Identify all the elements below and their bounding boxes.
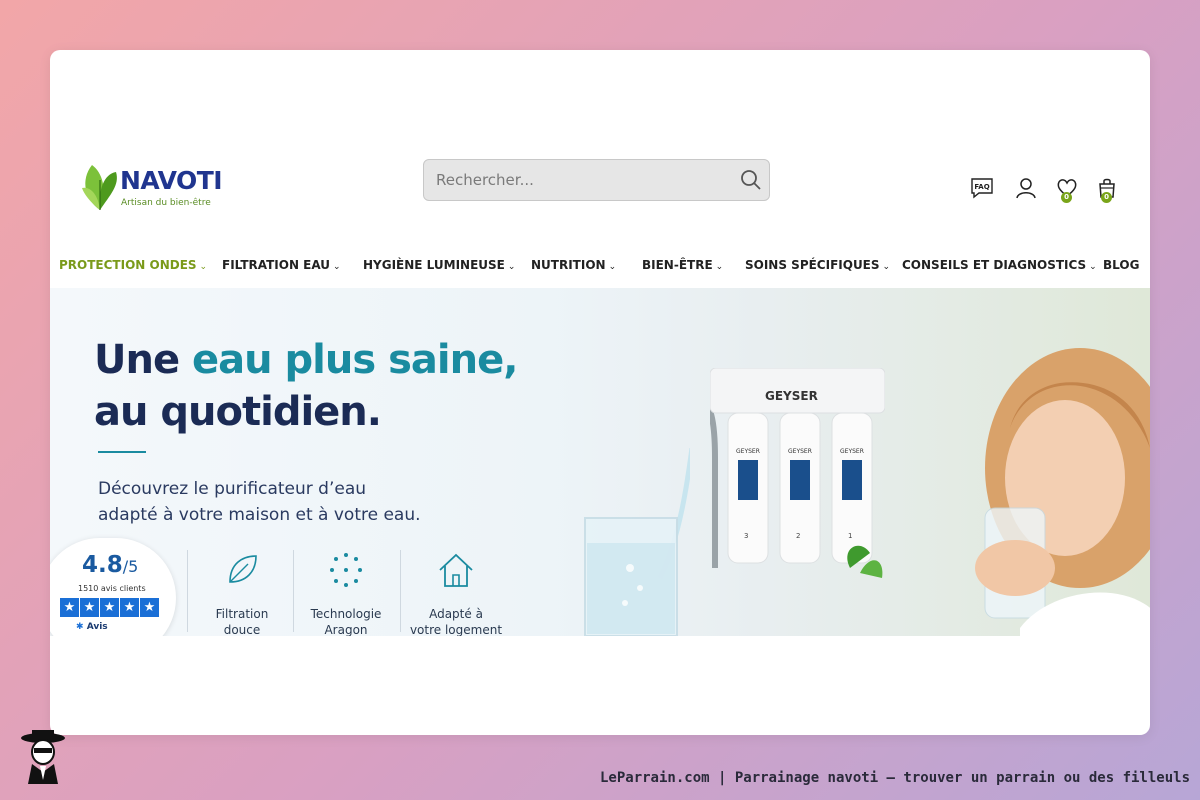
cartridge-label: GEYSER xyxy=(788,448,812,455)
search-icon xyxy=(741,170,761,190)
faq-icon: FAQ xyxy=(971,178,993,199)
chevron-down-icon: ⌄ xyxy=(608,262,617,272)
chevron-down-icon: ⌄ xyxy=(1089,262,1097,272)
feature-line2: douce xyxy=(223,623,261,636)
house-icon xyxy=(439,553,473,587)
hero-subtitle-line1: Découvrez le purificateur d’eau xyxy=(98,479,367,499)
faq-button[interactable]: FAQ xyxy=(970,176,994,202)
feature-divider xyxy=(187,550,188,632)
hero-title-accent: eau plus saine, xyxy=(192,337,518,383)
water-glass-image xyxy=(584,448,690,636)
feature-line2: Aragon xyxy=(324,623,368,636)
navoti-logo[interactable]: NAVOTI Artisan du bien-être xyxy=(80,160,223,215)
feature-line1: Technologie xyxy=(310,607,382,621)
nav-label: BIEN-ÊTRE xyxy=(642,258,713,272)
chevron-down-icon: ⌄ xyxy=(882,262,891,272)
nav-item-nutrition[interactable]: NUTRITION ⌄ xyxy=(531,258,616,272)
cart-button[interactable]: 0 xyxy=(1095,176,1119,203)
nav-label: BLOG xyxy=(1103,258,1140,272)
dots-icon xyxy=(330,553,362,587)
feature-technologie: Technologie Aragon xyxy=(296,550,396,636)
feature-divider xyxy=(400,550,401,632)
hero-subtitle-line2: adapté à votre maison et à votre eau. xyxy=(98,505,421,525)
main-navigation: PROTECTION ONDES ⌄ FILTRATION EAU ⌄ HYGIÈN… xyxy=(50,250,1150,280)
chevron-down-icon: ⌄ xyxy=(333,262,341,272)
account-icon xyxy=(1016,178,1036,199)
search-button[interactable] xyxy=(739,168,763,192)
browser-page: NAVOTI Artisan du bien-être FAQ 0 xyxy=(50,50,1150,735)
logo-name: NAVOTI xyxy=(120,166,223,195)
nav-item-bien-etre[interactable]: BIEN-ÊTRE ⌄ xyxy=(642,258,723,272)
rating-source-label: Avis xyxy=(86,622,108,632)
feature-logement: Adapté à votre logement xyxy=(406,550,506,636)
nav-label: SOINS SPÉCIFIQUES xyxy=(745,258,880,272)
nav-label: PROTECTION ONDES xyxy=(59,258,197,272)
nav-item-protection-ondes[interactable]: PROTECTION ONDES ⌄ xyxy=(59,258,207,272)
chevron-down-icon: ⌄ xyxy=(507,262,516,272)
cartridge-label: GEYSER xyxy=(840,448,864,455)
account-button[interactable] xyxy=(1014,176,1038,202)
footer-watermark: LeParrain.com | Parrainage navoti — trou… xyxy=(599,770,1190,786)
feature-label: Filtration douce xyxy=(192,606,292,636)
nav-item-hygiene-lumineuse[interactable]: HYGIÈNE LUMINEUSE ⌄ xyxy=(363,258,515,272)
hero-divider xyxy=(98,451,146,453)
hero-title-line2: au quotidien. xyxy=(94,389,382,435)
hero-subtitle: Découvrez le purificateur d’eau adapté à… xyxy=(98,476,421,528)
avis-logo-icon: ✱ xyxy=(76,622,84,632)
star-icon: ★ xyxy=(60,598,79,617)
cartridge-number: 3 xyxy=(744,532,748,540)
cartridge-label: GEYSER xyxy=(736,448,760,455)
feature-filtration: Filtration douce xyxy=(192,550,292,636)
nav-item-soins-specifiques[interactable]: SOINS SPÉCIFIQUES ⌄ xyxy=(745,258,890,272)
star-icon: ★ xyxy=(100,598,119,617)
star-icon: ★ xyxy=(120,598,139,617)
nav-item-conseils-diagnostics[interactable]: CONSEILS ET DIAGNOSTICS ⌄ xyxy=(902,258,1097,272)
hero-title: Une eau plus saine, au quotidien. xyxy=(94,334,518,438)
feature-label: Adapté à votre logement xyxy=(406,606,506,636)
hero-title-part: Une xyxy=(94,337,193,383)
leaf-logo-icon xyxy=(82,165,117,210)
search-box xyxy=(423,159,770,201)
feature-label: Technologie Aragon xyxy=(296,606,396,636)
rating-badge[interactable]: 4.8/5 1510 avis clients ★ ★ ★ ★ ★ ✱ Avis xyxy=(50,538,176,636)
water-filter-image: GEYSER GEYSER GEYSER GEYSER 3 2 1 xyxy=(710,368,885,578)
leaf-icon xyxy=(229,555,257,583)
chevron-down-icon: ⌄ xyxy=(715,262,724,272)
rating-score: 4.8/5 xyxy=(82,552,138,578)
leparrain-mascot-icon xyxy=(21,730,65,784)
nav-label: CONSEILS ET DIAGNOSTICS xyxy=(902,258,1087,272)
cartridge-number: 2 xyxy=(796,532,800,540)
rating-score-max: /5 xyxy=(122,557,139,576)
star-icon: ★ xyxy=(140,598,159,617)
chevron-down-icon: ⌄ xyxy=(199,262,208,272)
feature-line1: Filtration xyxy=(215,607,269,621)
girl-drinking-image xyxy=(975,348,1150,636)
nav-label: FILTRATION EAU xyxy=(222,258,331,272)
nav-item-filtration-eau[interactable]: FILTRATION EAU ⌄ xyxy=(222,258,341,272)
device-brand: GEYSER xyxy=(765,389,818,403)
wishlist-count-badge: 0 xyxy=(1061,192,1072,203)
hero-banner[interactable]: Une eau plus saine, au quotidien. Découv… xyxy=(50,288,1150,636)
search-input[interactable] xyxy=(424,160,724,200)
rating-source: ✱ Avis xyxy=(76,622,108,632)
logo-tagline: Artisan du bien-être xyxy=(121,198,211,208)
rating-score-value: 4.8 xyxy=(82,552,123,578)
rating-count: 1510 avis clients xyxy=(78,584,146,593)
feature-line2: votre logement xyxy=(409,623,503,636)
nav-label: NUTRITION xyxy=(531,258,606,272)
star-icon: ★ xyxy=(80,598,99,617)
cart-count-badge: 0 xyxy=(1101,192,1112,203)
nav-item-blog[interactable]: BLOG xyxy=(1103,258,1139,272)
feature-line1: Adapté à xyxy=(429,607,483,621)
rating-stars: ★ ★ ★ ★ ★ xyxy=(60,598,159,617)
cartridge-number: 1 xyxy=(848,532,852,540)
nav-label: HYGIÈNE LUMINEUSE xyxy=(363,258,505,272)
feature-divider xyxy=(293,550,294,632)
svg-text:FAQ: FAQ xyxy=(974,183,989,191)
wishlist-button[interactable]: 0 xyxy=(1055,176,1079,203)
